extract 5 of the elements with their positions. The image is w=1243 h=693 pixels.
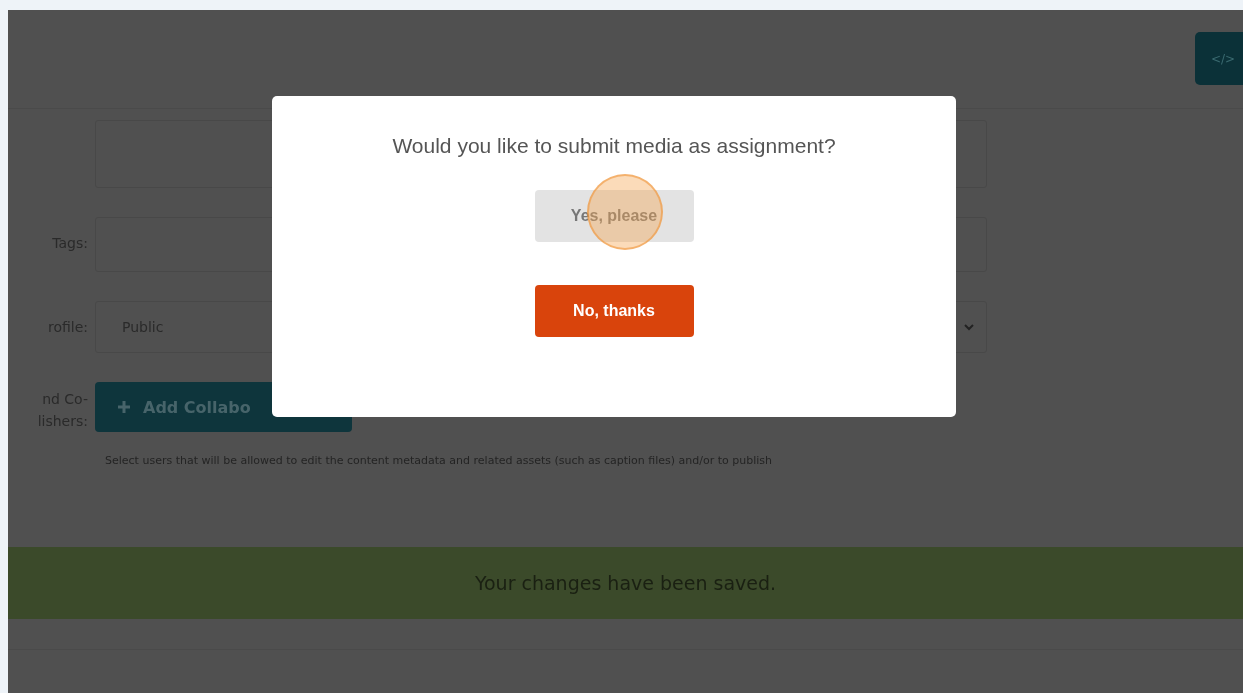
chevron-down-icon bbox=[964, 323, 974, 331]
plus-icon bbox=[117, 399, 131, 414]
dialog-question: Would you like to submit media as assignment? bbox=[392, 134, 836, 158]
decline-button[interactable]: No, thanks bbox=[534, 285, 694, 337]
embed-code-button[interactable]: </> bbox=[1195, 32, 1243, 85]
